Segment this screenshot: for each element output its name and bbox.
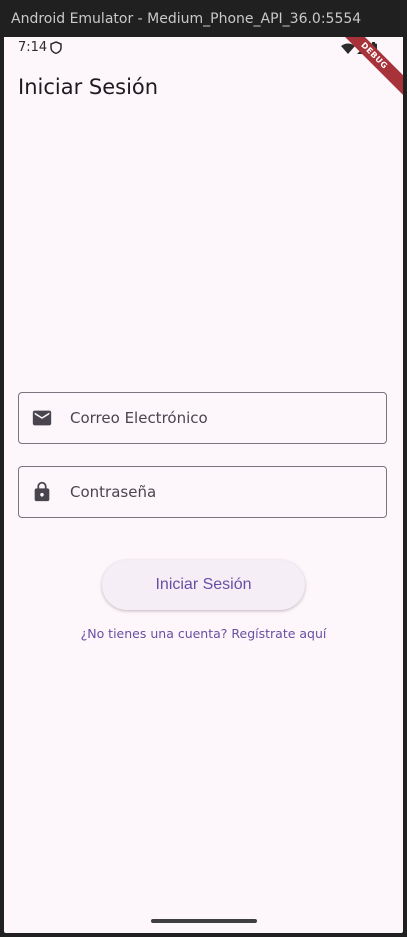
- mail-icon: [32, 410, 52, 426]
- page-title: Iniciar Sesión: [18, 75, 159, 99]
- password-field[interactable]: Contraseña: [18, 466, 387, 518]
- window-title: Android Emulator - Medium_Phone_API_36.0…: [11, 10, 362, 27]
- status-bar: 7:14 DEBUG: [4, 37, 403, 100]
- phone-screen: 7:14 DEBUG Iniciar Sesión Correo Electró…: [4, 37, 403, 933]
- shield-icon: [50, 41, 62, 54]
- lock-icon: [34, 481, 50, 502]
- login-button[interactable]: Iniciar Sesión: [102, 560, 305, 610]
- password-field-label: Contraseña: [70, 483, 157, 501]
- emulator-title-bar: Android Emulator - Medium_Phone_API_36.0…: [0, 0, 407, 37]
- register-link[interactable]: ¿No tienes una cuenta? Regístrate aquí: [4, 626, 403, 641]
- email-field-label: Correo Electrónico: [70, 409, 208, 427]
- status-time: 7:14: [18, 40, 48, 55]
- email-field[interactable]: Correo Electrónico: [18, 392, 387, 444]
- home-indicator[interactable]: [151, 919, 257, 923]
